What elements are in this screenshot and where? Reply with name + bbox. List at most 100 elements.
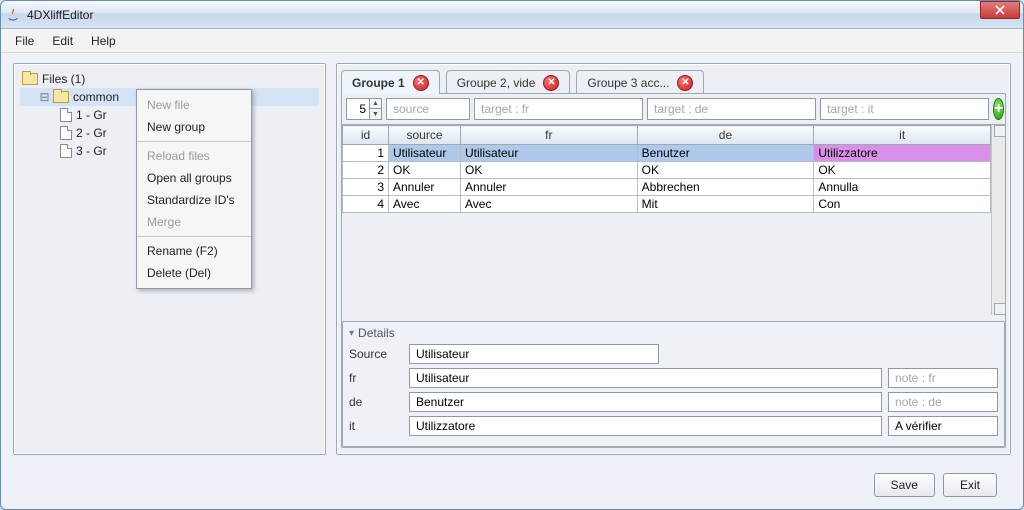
tree-group-label: 3 - Gr bbox=[76, 144, 107, 158]
details-fr-note[interactable] bbox=[888, 368, 998, 388]
cm-separator bbox=[137, 236, 251, 237]
cell-de[interactable]: OK bbox=[637, 162, 814, 179]
id-spinner-value[interactable] bbox=[347, 100, 369, 118]
details-label-it: it bbox=[349, 419, 403, 433]
close-icon[interactable]: ✕ bbox=[413, 75, 429, 91]
cell-it[interactable]: OK bbox=[814, 162, 991, 179]
cell-de[interactable]: Abbrechen bbox=[637, 179, 814, 196]
col-fr[interactable]: fr bbox=[461, 126, 638, 145]
col-de[interactable]: de bbox=[637, 126, 814, 145]
details-it-input[interactable] bbox=[409, 416, 882, 436]
cm-delete[interactable]: Delete (Del) bbox=[137, 262, 251, 284]
java-icon bbox=[5, 7, 21, 23]
data-grid: id source fr de it 1UtilisateurUtilisate… bbox=[342, 124, 1005, 315]
cm-open-all-groups[interactable]: Open all groups bbox=[137, 167, 251, 189]
col-it[interactable]: it bbox=[814, 126, 991, 145]
editor-panel: Groupe 1✕Groupe 2, vide✕ Groupe 3 acc... ✕… bbox=[336, 63, 1011, 455]
table-row[interactable]: 4AvecAvecMitCon bbox=[343, 196, 991, 213]
filter-source-input[interactable] bbox=[386, 98, 470, 120]
window-close-button[interactable] bbox=[980, 1, 1020, 19]
collapse-arrow-icon[interactable]: ▾ bbox=[349, 328, 354, 339]
details-label-source: Source bbox=[349, 347, 403, 361]
vertical-scrollbar[interactable] bbox=[991, 125, 1005, 315]
cell-id[interactable]: 1 bbox=[343, 145, 389, 162]
cell-fr[interactable]: OK bbox=[461, 162, 638, 179]
client-area: Files (1) ⊟ common 1 - Gr 2 - Gr bbox=[1, 53, 1023, 509]
details-de-note[interactable] bbox=[888, 392, 998, 412]
spinner-up-icon[interactable]: ▲ bbox=[369, 99, 381, 109]
cell-fr[interactable]: Annuler bbox=[461, 179, 638, 196]
active-tab-body: ▲ ▼ + bbox=[341, 93, 1006, 448]
menu-edit[interactable]: Edit bbox=[44, 31, 81, 51]
cell-de[interactable]: Mit bbox=[637, 196, 814, 213]
cell-source[interactable]: OK bbox=[389, 162, 461, 179]
tree-root-node[interactable]: Files (1) bbox=[20, 70, 319, 88]
details-fr-input[interactable] bbox=[409, 368, 882, 388]
close-icon[interactable]: ✕ bbox=[677, 75, 693, 91]
cell-it[interactable]: Annulla bbox=[814, 179, 991, 196]
cell-id[interactable]: 3 bbox=[343, 179, 389, 196]
group-tabs: Groupe 1✕Groupe 2, vide✕ Groupe 3 acc... ✕ bbox=[341, 68, 1006, 94]
cell-it[interactable]: Con bbox=[814, 196, 991, 213]
cell-source[interactable]: Utilisateur bbox=[389, 145, 461, 162]
title-bar: 4DXliffEditor bbox=[1, 1, 1023, 29]
table-row[interactable]: 1UtilisateurUtilisateurBenutzerUtilizzat… bbox=[343, 145, 991, 162]
tab-group-1[interactable]: Groupe 2, vide✕ bbox=[446, 70, 571, 94]
exit-button[interactable]: Exit bbox=[943, 473, 997, 497]
cell-source[interactable]: Annuler bbox=[389, 179, 461, 196]
id-spinner[interactable]: ▲ ▼ bbox=[346, 98, 382, 120]
menu-help[interactable]: Help bbox=[83, 31, 124, 51]
cell-id[interactable]: 4 bbox=[343, 196, 389, 213]
details-label-fr: fr bbox=[349, 371, 403, 385]
filter-it-input[interactable] bbox=[820, 98, 989, 120]
table-row[interactable]: 3AnnulerAnnulerAbbrechenAnnulla bbox=[343, 179, 991, 196]
details-de-input[interactable] bbox=[409, 392, 882, 412]
details-source-input[interactable] bbox=[409, 344, 659, 364]
cell-fr[interactable]: Avec bbox=[461, 196, 638, 213]
folder-icon bbox=[22, 73, 38, 85]
filter-de-input[interactable] bbox=[647, 98, 816, 120]
tree-file-label: common bbox=[73, 90, 119, 104]
menu-file[interactable]: File bbox=[7, 31, 42, 51]
cm-separator bbox=[137, 141, 251, 142]
cm-merge[interactable]: Merge bbox=[137, 211, 251, 233]
cm-new-group[interactable]: New group bbox=[137, 116, 251, 138]
details-it-note[interactable] bbox=[888, 416, 998, 436]
menu-bar: File Edit Help bbox=[1, 29, 1023, 53]
window-title: 4DXliffEditor bbox=[27, 8, 93, 22]
col-source[interactable]: source bbox=[389, 126, 461, 145]
cm-standardize-ids[interactable]: Standardize ID's bbox=[137, 189, 251, 211]
document-icon bbox=[60, 126, 72, 140]
table-row[interactable]: 2OKOKOKOK bbox=[343, 162, 991, 179]
cell-id[interactable]: 2 bbox=[343, 162, 389, 179]
filter-fr-input[interactable] bbox=[474, 98, 643, 120]
add-row-button[interactable]: + bbox=[993, 98, 1004, 120]
tab-label: Groupe 3 acc... bbox=[587, 76, 669, 90]
bottom-buttons: Save Exit bbox=[13, 465, 1011, 497]
cell-fr[interactable]: Utilisateur bbox=[461, 145, 638, 162]
cm-rename[interactable]: Rename (F2) bbox=[137, 240, 251, 262]
tree-group-label: 2 - Gr bbox=[76, 126, 107, 140]
tree-root-label: Files (1) bbox=[42, 72, 85, 86]
tab-group-0[interactable]: Groupe 1✕ bbox=[341, 70, 440, 94]
expand-handle-icon[interactable]: ⊟ bbox=[40, 93, 49, 102]
details-panel: ▾ Details Source fr d bbox=[342, 321, 1005, 447]
cm-new-file[interactable]: New file bbox=[137, 94, 251, 116]
save-button[interactable]: Save bbox=[874, 473, 935, 497]
close-icon[interactable]: ✕ bbox=[543, 75, 559, 91]
document-icon bbox=[60, 144, 72, 158]
cm-reload-files[interactable]: Reload files bbox=[137, 145, 251, 167]
window: 4DXliffEditor File Edit Help Files (1) ⊟ bbox=[0, 0, 1024, 510]
details-label-de: de bbox=[349, 395, 403, 409]
cell-de[interactable]: Benutzer bbox=[637, 145, 814, 162]
cell-source[interactable]: Avec bbox=[389, 196, 461, 213]
col-id[interactable]: id bbox=[343, 126, 389, 145]
spinner-down-icon[interactable]: ▼ bbox=[369, 109, 381, 119]
details-title: Details bbox=[358, 326, 395, 340]
file-tree-panel: Files (1) ⊟ common 1 - Gr 2 - Gr bbox=[13, 63, 326, 455]
cell-it[interactable]: Utilizzatore bbox=[814, 145, 991, 162]
tree-group-label: 1 - Gr bbox=[76, 108, 107, 122]
context-menu: New file New group Reload files Open all… bbox=[136, 89, 252, 289]
document-icon bbox=[60, 108, 72, 122]
tab-group-2[interactable]: Groupe 3 acc... ✕ bbox=[576, 70, 704, 94]
